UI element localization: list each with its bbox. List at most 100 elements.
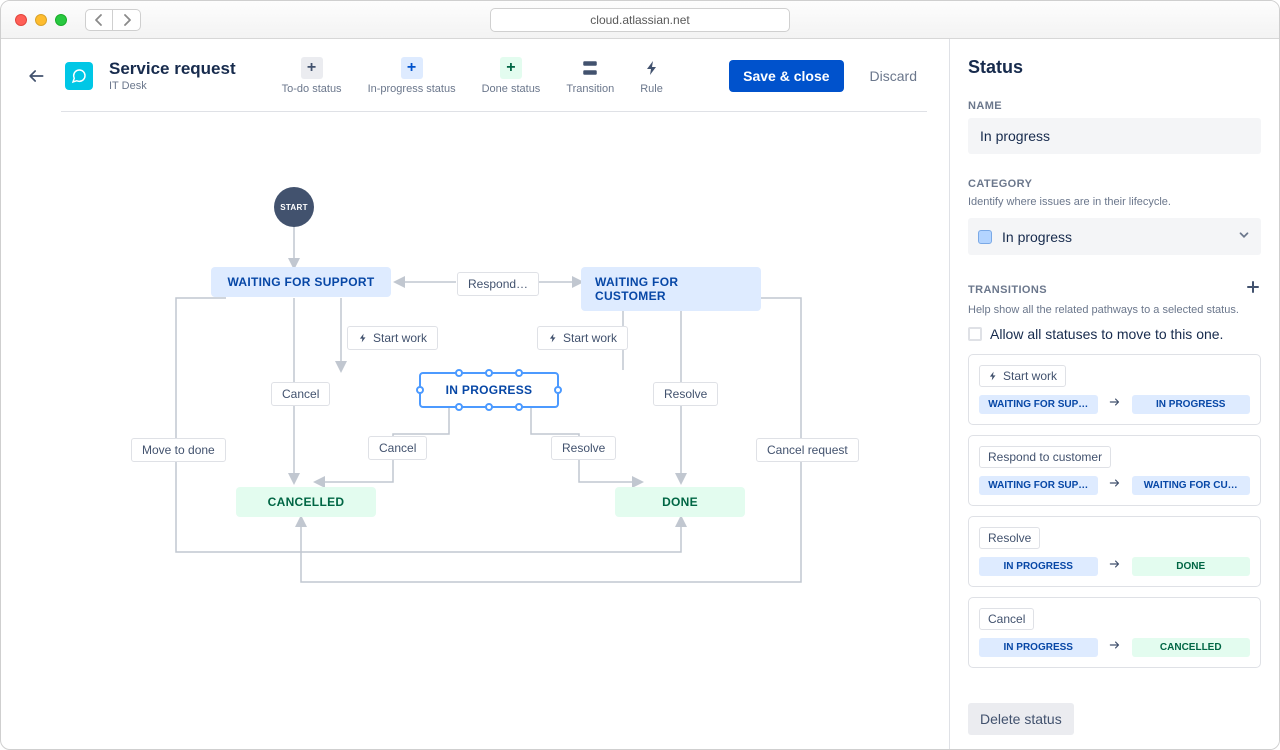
bolt-icon — [988, 370, 998, 382]
category-select[interactable]: In progress — [968, 218, 1261, 255]
browser-titlebar: cloud.atlassian.net — [1, 1, 1279, 39]
allow-all-statuses-checkbox[interactable]: Allow all statuses to move to this one. — [968, 326, 1261, 342]
category-value: In progress — [1002, 229, 1072, 245]
transition-cancel-request[interactable]: Cancel request — [756, 438, 859, 462]
transition-start-work-right[interactable]: Start work — [537, 326, 628, 350]
status-waiting-for-customer[interactable]: WAITING FOR CUSTOMER — [581, 267, 761, 311]
arrow-right-icon — [1106, 638, 1124, 657]
transition-to-status: DONE — [1132, 557, 1251, 576]
workflow-canvas[interactable]: START WAITING FOR SUPPORT WAITING FOR CU… — [1, 112, 949, 749]
transition-cancel-center[interactable]: Cancel — [368, 436, 427, 460]
add-transition-icon[interactable] — [1245, 279, 1261, 300]
transition-to-status: CANCELLED — [1132, 638, 1251, 657]
transition-card-title-text: Cancel — [988, 612, 1025, 626]
add-rule-button[interactable]: Rule — [640, 57, 663, 95]
browser-forward-button[interactable] — [113, 9, 141, 31]
resize-handle[interactable] — [485, 403, 493, 411]
start-label: START — [280, 203, 308, 212]
category-help-text: Identify where issues are in their lifec… — [968, 196, 1261, 208]
close-window-icon[interactable] — [15, 14, 27, 26]
resize-handle[interactable] — [416, 386, 424, 394]
transition-card-row: WAITING FOR SUP… IN PROGRESS — [979, 395, 1250, 414]
transition-card-row: WAITING FOR SUP…WAITING FOR CU… — [979, 476, 1250, 495]
project-meta: Service request IT Desk — [109, 59, 236, 93]
transition-from-status: IN PROGRESS — [979, 638, 1098, 657]
add-done-status-button[interactable]: + Done status — [482, 57, 541, 95]
project-name: IT Desk — [109, 80, 236, 93]
status-label: WAITING FOR CUSTOMER — [595, 275, 747, 303]
transition-label: Respond… — [468, 277, 528, 291]
save-button[interactable]: Save & close — [729, 60, 843, 92]
status-label: IN PROGRESS — [446, 383, 533, 397]
category-label: CATEGORY — [968, 178, 1261, 190]
transition-card[interactable]: Start work WAITING FOR SUP… IN PROGRESS — [968, 354, 1261, 425]
transition-label: Move to done — [142, 443, 215, 457]
back-button[interactable] — [23, 66, 49, 86]
browser-url-bar[interactable]: cloud.atlassian.net — [490, 8, 790, 32]
resize-handle[interactable] — [515, 403, 523, 411]
bolt-icon — [358, 332, 368, 344]
status-in-progress-selected[interactable]: IN PROGRESS — [419, 372, 559, 408]
transition-label: Cancel — [282, 387, 319, 401]
delete-status-button[interactable]: Delete status — [968, 703, 1074, 735]
category-swatch-icon — [978, 230, 992, 244]
status-cancelled[interactable]: CANCELLED — [236, 487, 376, 517]
transition-card[interactable]: Resolve IN PROGRESSDONE — [968, 516, 1261, 587]
name-label: NAME — [968, 100, 1261, 112]
resize-handle[interactable] — [554, 386, 562, 394]
transition-cancel-left[interactable]: Cancel — [271, 382, 330, 406]
transition-card-title-text: Respond to customer — [988, 450, 1102, 464]
todo-status-label: To-do status — [282, 83, 342, 95]
transition-icon — [579, 57, 601, 79]
status-name-value: In progress — [980, 128, 1050, 144]
arrow-right-icon — [1106, 395, 1124, 414]
status-details-panel: Status NAME In progress CATEGORY Identif… — [949, 39, 1279, 749]
transition-label: Cancel — [379, 441, 416, 455]
status-done[interactable]: DONE — [615, 487, 745, 517]
transition-to-status: WAITING FOR CU… — [1132, 476, 1251, 495]
status-waiting-for-support[interactable]: WAITING FOR SUPPORT — [211, 267, 391, 297]
transition-card-title: Respond to customer — [979, 446, 1111, 468]
add-inprogress-status-button[interactable]: + In-progress status — [368, 57, 456, 95]
transition-card-title-text: Start work — [1003, 369, 1057, 383]
add-todo-status-button[interactable]: + To-do status — [282, 57, 342, 95]
browser-url-text: cloud.atlassian.net — [590, 13, 689, 27]
transition-respond[interactable]: Respond… — [457, 272, 539, 296]
transition-start-work-left[interactable]: Start work — [347, 326, 438, 350]
transition-to-status: IN PROGRESS — [1132, 395, 1251, 414]
transition-card-row: IN PROGRESSDONE — [979, 557, 1250, 576]
transition-card-row: IN PROGRESS CANCELLED — [979, 638, 1250, 657]
resize-handle[interactable] — [515, 369, 523, 377]
browser-back-button[interactable] — [85, 9, 113, 31]
zoom-window-icon[interactable] — [55, 14, 67, 26]
transition-from-status: WAITING FOR SUP… — [979, 395, 1098, 414]
checkbox-icon — [968, 327, 982, 341]
transition-label: Resolve — [664, 387, 707, 401]
browser-nav-buttons — [85, 9, 141, 31]
transition-card-title-text: Resolve — [988, 531, 1031, 545]
transition-resolve-right[interactable]: Resolve — [653, 382, 718, 406]
workflow-start-node[interactable]: START — [274, 187, 314, 227]
status-name-input[interactable]: In progress — [968, 118, 1261, 154]
transitions-help-text: Help show all the related pathways to a … — [968, 304, 1261, 316]
transition-card[interactable]: Respond to customer WAITING FOR SUP…WAITI… — [968, 435, 1261, 506]
inprogress-status-label: In-progress status — [368, 83, 456, 95]
transition-card-title: Start work — [979, 365, 1066, 387]
transition-label: Start work — [563, 331, 617, 345]
arrow-right-icon — [1106, 476, 1124, 495]
transition-card[interactable]: Cancel IN PROGRESS CANCELLED — [968, 597, 1261, 668]
discard-button[interactable]: Discard — [860, 68, 927, 84]
status-label: CANCELLED — [268, 495, 345, 509]
resize-handle[interactable] — [455, 403, 463, 411]
minimize-window-icon[interactable] — [35, 14, 47, 26]
resize-handle[interactable] — [485, 369, 493, 377]
transition-label: Resolve — [562, 441, 605, 455]
bolt-icon — [641, 57, 663, 79]
transition-card-title: Resolve — [979, 527, 1040, 549]
add-transition-button[interactable]: Transition — [566, 57, 614, 95]
resize-handle[interactable] — [455, 369, 463, 377]
window-controls — [15, 14, 67, 26]
panel-title: Status — [968, 57, 1261, 78]
transition-resolve-center[interactable]: Resolve — [551, 436, 616, 460]
transition-move-to-done[interactable]: Move to done — [131, 438, 226, 462]
